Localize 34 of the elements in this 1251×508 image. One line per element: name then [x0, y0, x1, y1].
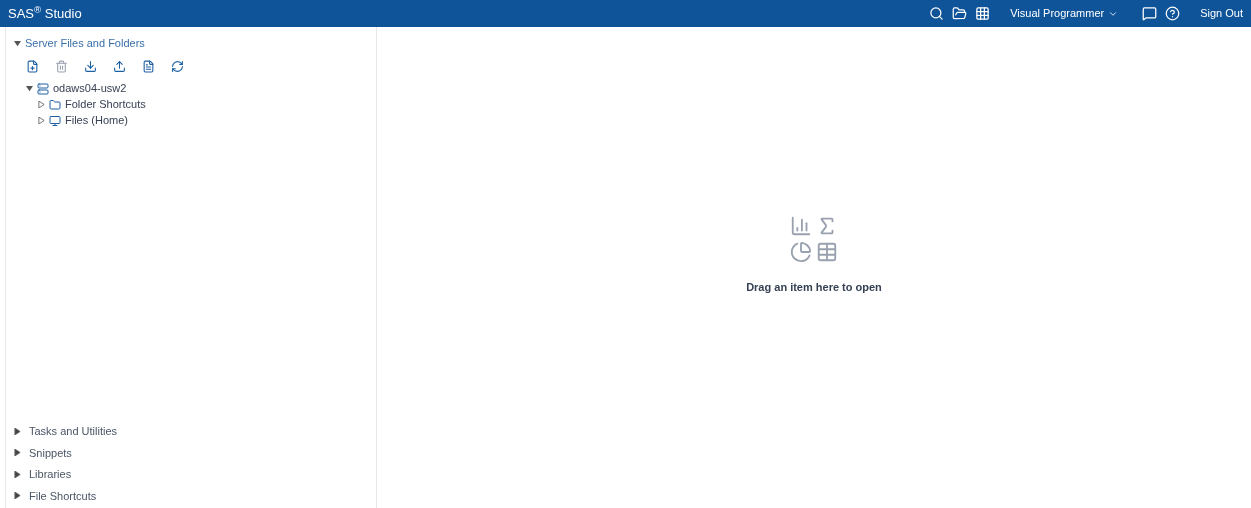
section-header[interactable]: Snippets — [29, 444, 72, 461]
chat-icon[interactable] — [1142, 6, 1158, 21]
section-header[interactable]: Tasks and Utilities — [29, 423, 118, 440]
collapse-triangle-icon[interactable] — [26, 85, 33, 92]
download-icon[interactable] — [84, 59, 97, 73]
monitor-icon — [49, 114, 61, 127]
tree-item[interactable]: Folder Shortcuts — [65, 96, 146, 113]
expand-triangle-icon[interactable] — [14, 427, 21, 435]
tree-item[interactable]: odaws04-usw2 — [53, 80, 127, 97]
expand-triangle-icon[interactable] — [14, 470, 21, 478]
sign-out-link[interactable]: Sign Out — [1200, 5, 1243, 22]
folder-icon — [49, 98, 61, 111]
section-header[interactable]: File Shortcuts — [29, 487, 97, 504]
expand-triangle-icon[interactable] — [38, 101, 45, 108]
upload-icon[interactable] — [113, 59, 126, 73]
section-header[interactable]: Server Files and Folders — [25, 35, 145, 52]
properties-icon[interactable] — [142, 59, 155, 73]
tree-item[interactable]: Files (Home) — [65, 112, 128, 129]
search-icon[interactable] — [929, 6, 945, 21]
collapse-triangle-icon[interactable] — [14, 39, 21, 47]
app-title: SAS$^{®}$ Studio — [8, 3, 82, 23]
section-header[interactable]: Libraries — [29, 466, 72, 483]
new-file-icon[interactable] — [26, 59, 39, 73]
expand-triangle-icon[interactable] — [14, 492, 21, 500]
perspective-menu[interactable]: Visual Programmer — [1010, 5, 1119, 22]
grid-icon[interactable] — [975, 6, 991, 21]
expand-triangle-icon[interactable] — [38, 117, 45, 124]
server-icon — [37, 82, 49, 95]
help-icon[interactable] — [1165, 6, 1181, 21]
content-types-icon — [790, 215, 838, 264]
folder-icon[interactable] — [952, 6, 968, 21]
expand-triangle-icon[interactable] — [14, 449, 21, 457]
refresh-icon[interactable] — [171, 59, 184, 73]
drop-hint: Drag an item here to open — [746, 280, 882, 296]
